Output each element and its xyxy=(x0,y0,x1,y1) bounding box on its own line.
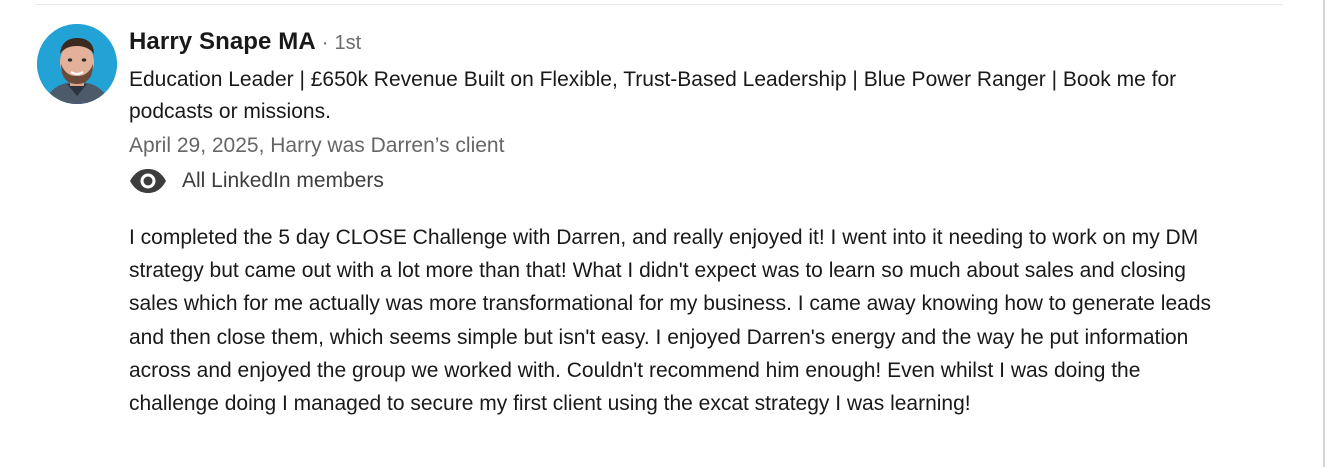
divider xyxy=(36,4,1283,5)
scrollbar-edge xyxy=(1323,0,1325,467)
author-name[interactable]: Harry Snape MA xyxy=(129,28,316,56)
eye-icon xyxy=(129,168,167,194)
avatar-portrait xyxy=(37,24,117,104)
author-row: Harry Snape MA · 1st xyxy=(129,28,1239,62)
visibility-row: All LinkedIn members xyxy=(129,163,1239,199)
separator-dot: · xyxy=(321,32,329,54)
visibility-label: All LinkedIn members xyxy=(182,169,384,192)
recommendation-text: I completed the 5 day CLOSE Challenge wi… xyxy=(129,226,1211,416)
recommendation-date-relationship: April 29, 2025, Harry was Darren’s clien… xyxy=(129,134,505,157)
author-headline: Education Leader | £650k Revenue Built o… xyxy=(129,68,1177,123)
recommendation-card: Harry Snape MA · 1st Education Leader | £… xyxy=(0,0,1326,467)
connection-degree: 1st xyxy=(334,32,362,54)
connection-degree-badge: · 1st xyxy=(322,32,361,55)
recommendation-content: Harry Snape MA · 1st Education Leader | £… xyxy=(129,28,1239,420)
avatar[interactable] xyxy=(37,24,117,104)
